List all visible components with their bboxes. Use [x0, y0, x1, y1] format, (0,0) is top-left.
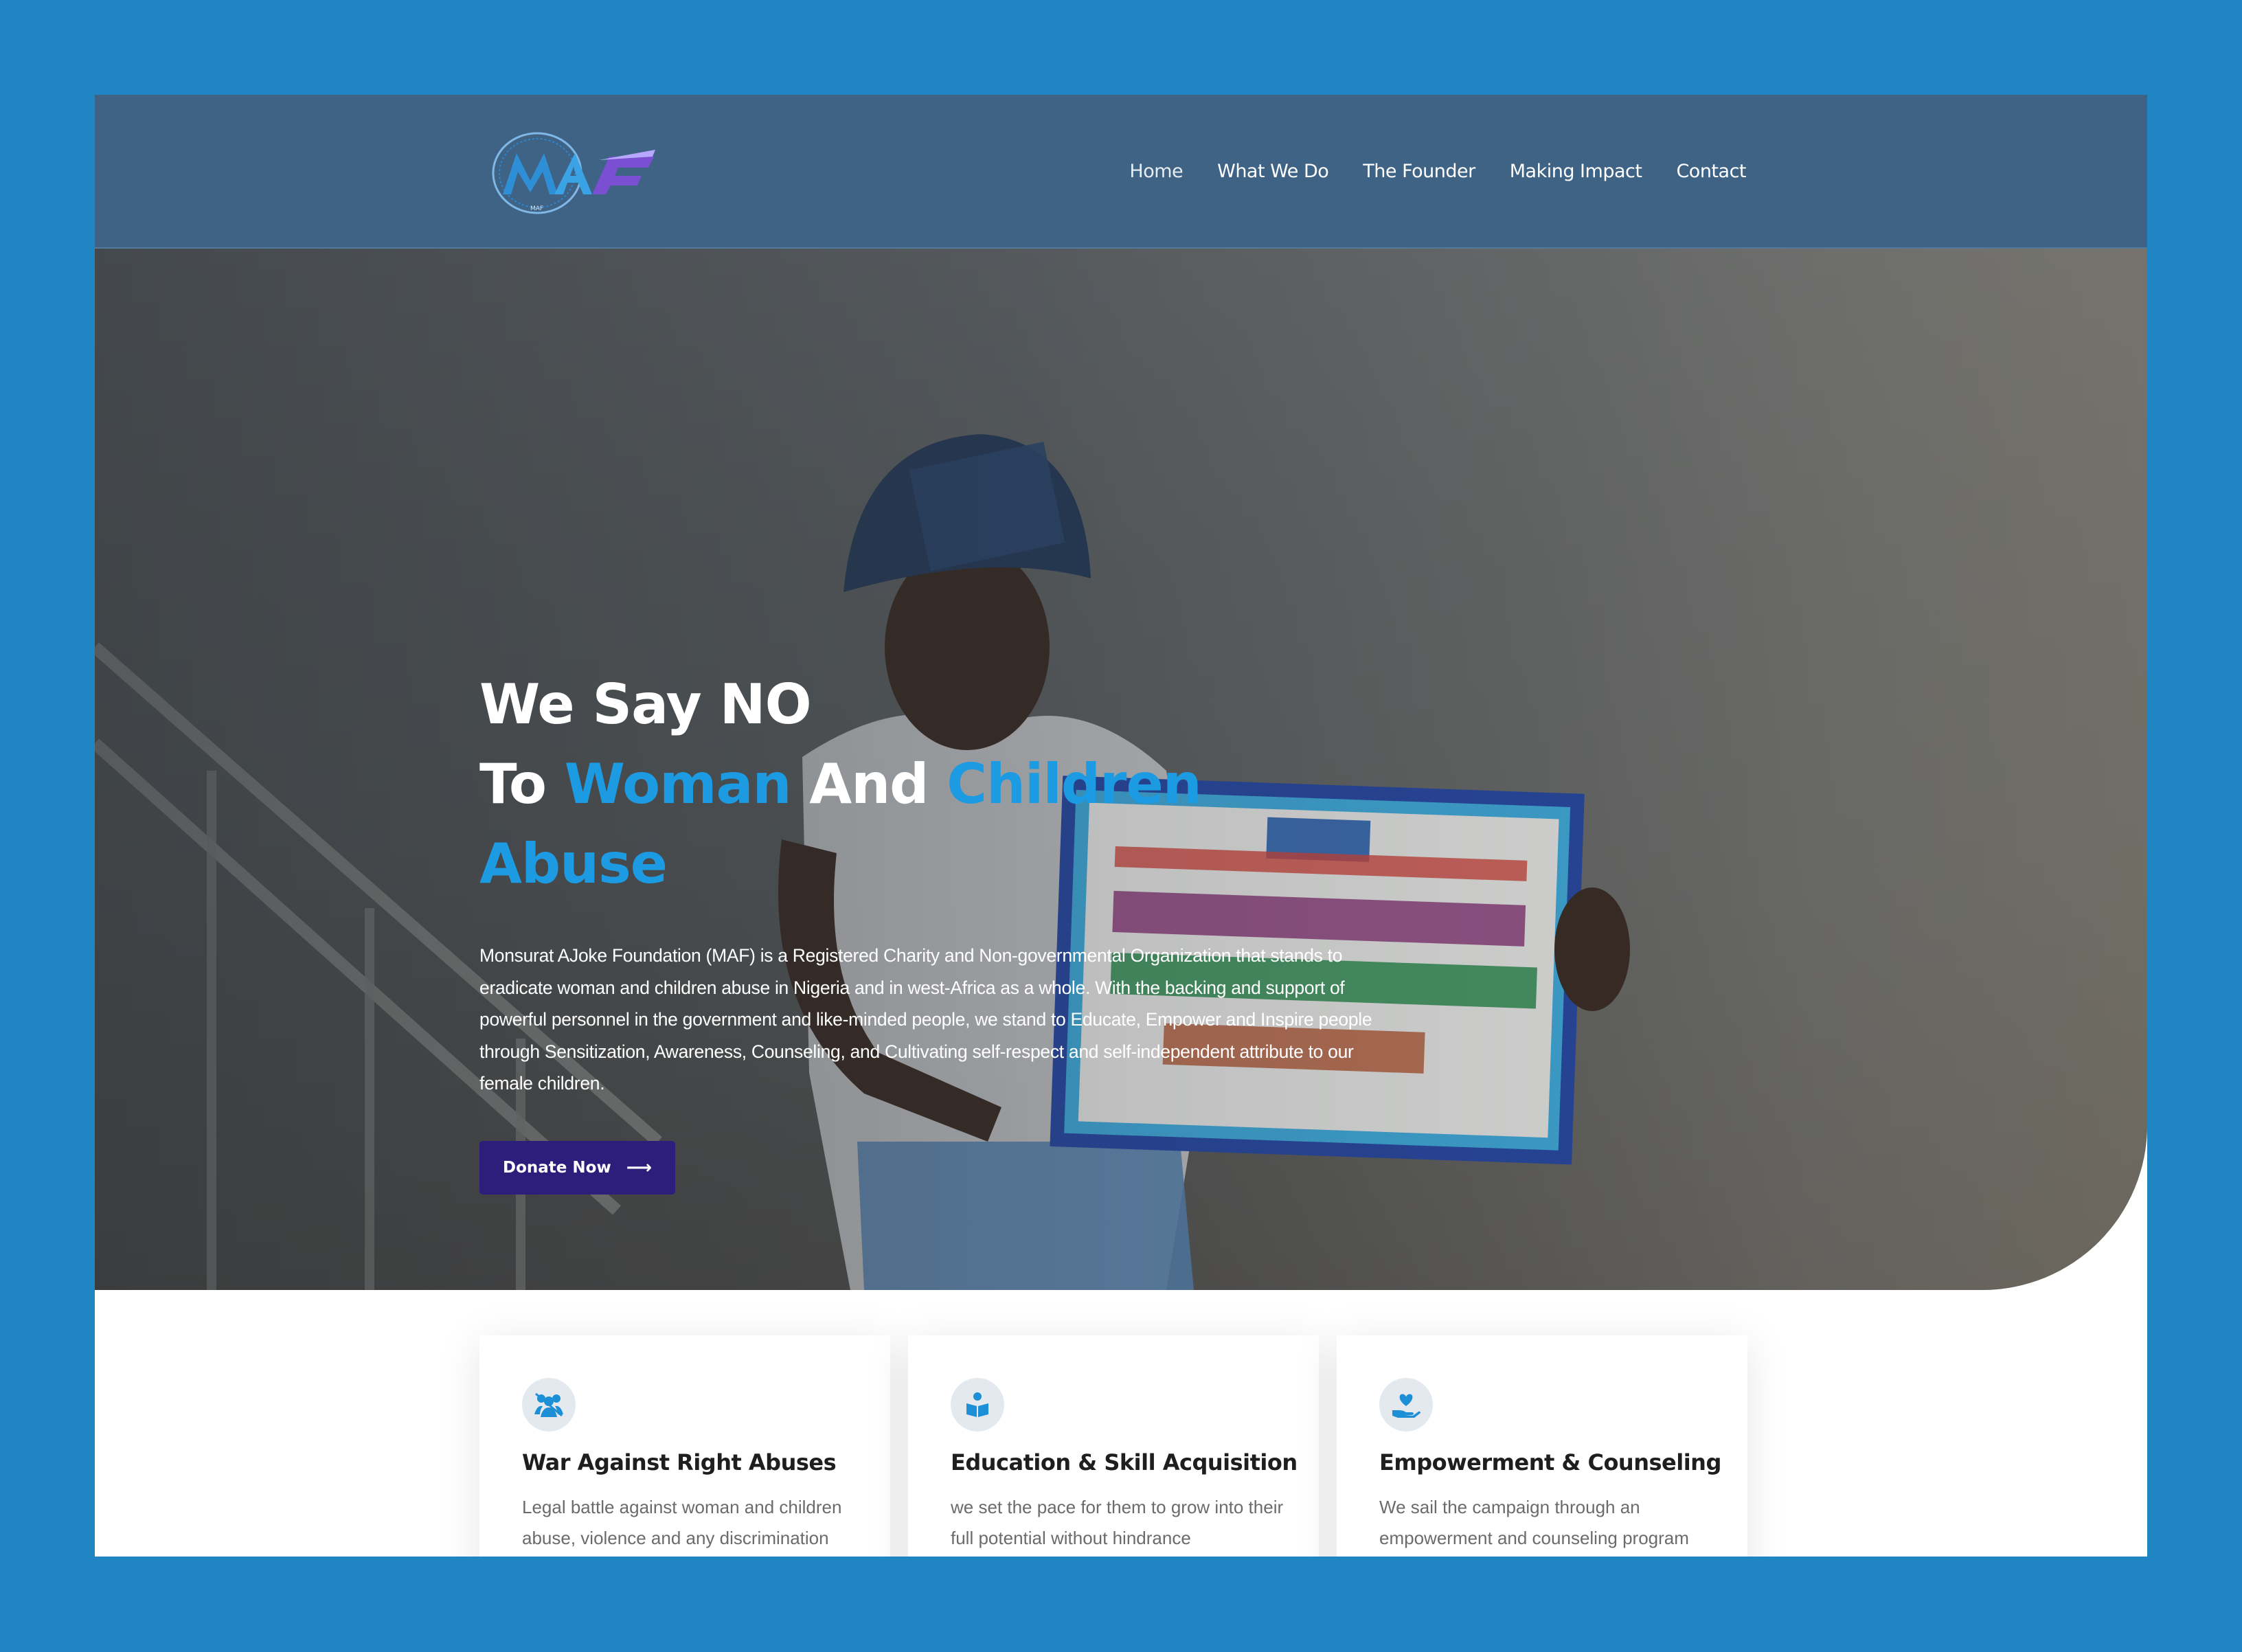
hero-title-and: And [791, 752, 947, 816]
hero-title-to: To [479, 752, 565, 816]
book-icon [951, 1378, 1004, 1432]
main-nav: Home What We Do The Founder Making Impac… [1129, 95, 1746, 247]
group-icon [522, 1378, 576, 1432]
logo-text: MAF [530, 205, 543, 212]
service-card[interactable]: Empowerment & Counseling We sail the cam… [1337, 1335, 1747, 1557]
hero-description: Monsurat AJoke Foundation (MAF) is a Reg… [479, 945, 1372, 1094]
hero-section: We Say NO To Woman And Children Abuse Mo… [95, 249, 2147, 1290]
hero-title-line1: We Say NO [479, 672, 812, 736]
arrow-right-icon: ⟶ [626, 1157, 652, 1178]
nav-contact[interactable]: Contact [1676, 161, 1746, 182]
service-card[interactable]: Education & Skill Acquisition we set the… [908, 1335, 1319, 1557]
card-description: We sail the campaign through an empowerm… [1379, 1497, 1689, 1548]
heart-hand-icon [1379, 1378, 1433, 1432]
browser-frame: MAF Home What We Do The Founder Making I… [95, 95, 2147, 1557]
card-title: War Against Right Abuses [522, 1449, 837, 1475]
hero-content: We Say NO To Woman And Children Abuse Mo… [479, 665, 1386, 1195]
donate-button-label: Donate Now [503, 1158, 611, 1177]
hero-title: We Say NO To Woman And Children Abuse [479, 665, 1386, 904]
donate-now-button[interactable]: Donate Now ⟶ [479, 1140, 675, 1195]
nav-the-founder[interactable]: The Founder [1363, 161, 1475, 182]
nav-making-impact[interactable]: Making Impact [1510, 161, 1642, 182]
maf-logo[interactable]: MAF [489, 129, 661, 217]
card-description: Legal battle against woman and children … [522, 1497, 842, 1548]
card-description: we set the pace for them to grow into th… [951, 1497, 1284, 1548]
card-title: Empowerment & Counseling [1379, 1449, 1721, 1475]
hero-title-accent-woman: Woman [564, 752, 792, 816]
nav-home[interactable]: Home [1129, 161, 1183, 182]
card-title: Education & Skill Acquisition [951, 1449, 1298, 1475]
nav-what-we-do[interactable]: What We Do [1217, 161, 1329, 182]
services-cards: War Against Right Abuses Legal battle ag… [479, 1335, 1747, 1557]
site-header: MAF Home What We Do The Founder Making I… [95, 95, 2147, 249]
service-card[interactable]: War Against Right Abuses Legal battle ag… [479, 1335, 890, 1557]
maf-logo-mark: MAF [492, 132, 655, 214]
